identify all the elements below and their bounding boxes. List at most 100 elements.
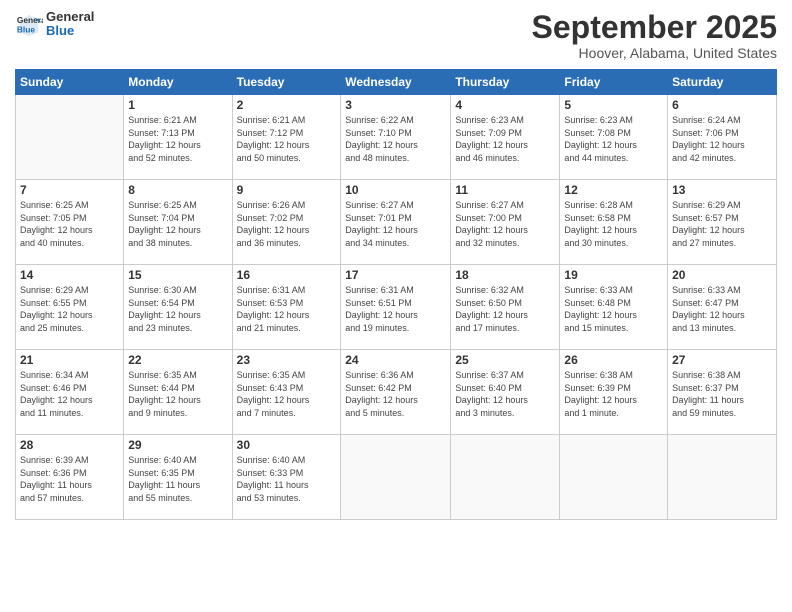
table-row: 1 Sunrise: 6:21 AM Sunset: 7:13 PM Daylig… xyxy=(124,95,232,180)
day-number: 12 xyxy=(564,183,663,197)
day-number: 22 xyxy=(128,353,227,367)
day-number: 25 xyxy=(455,353,555,367)
day-info: Sunrise: 6:31 AM Sunset: 6:53 PM Dayligh… xyxy=(237,284,337,334)
day-info: Sunrise: 6:32 AM Sunset: 6:50 PM Dayligh… xyxy=(455,284,555,334)
table-row xyxy=(16,95,124,180)
svg-text:Blue: Blue xyxy=(17,25,35,35)
day-info: Sunrise: 6:23 AM Sunset: 7:09 PM Dayligh… xyxy=(455,114,555,164)
table-row: 13 Sunrise: 6:29 AM Sunset: 6:57 PM Dayli… xyxy=(668,180,777,265)
table-row: 12Sunrise: 6:28 AM Sunset: 6:58 PM Dayli… xyxy=(560,180,668,265)
logo-icon: General Blue xyxy=(15,10,43,38)
table-row: 19 Sunrise: 6:33 AM Sunset: 6:48 PM Dayli… xyxy=(560,265,668,350)
month-title: September 2025 xyxy=(532,10,777,45)
day-info: Sunrise: 6:29 AM Sunset: 6:57 PM Dayligh… xyxy=(672,199,772,249)
day-info: Sunrise: 6:27 AM Sunset: 7:00 PM Dayligh… xyxy=(455,199,555,249)
table-row: 16 Sunrise: 6:31 AM Sunset: 6:53 PM Dayli… xyxy=(232,265,341,350)
day-info: Sunrise: 6:22 AM Sunset: 7:10 PM Dayligh… xyxy=(345,114,446,164)
table-row xyxy=(668,435,777,520)
table-row: 14 Sunrise: 6:29 AM Sunset: 6:55 PM Dayli… xyxy=(16,265,124,350)
table-row: 18 Sunrise: 6:32 AM Sunset: 6:50 PM Dayli… xyxy=(451,265,560,350)
table-row: 7Sunrise: 6:25 AM Sunset: 7:05 PM Daylig… xyxy=(16,180,124,265)
day-info: Sunrise: 6:29 AM Sunset: 6:55 PM Dayligh… xyxy=(20,284,119,334)
calendar-week-row: 28 Sunrise: 6:39 AM Sunset: 6:36 PM Dayli… xyxy=(16,435,777,520)
page-header: General Blue General Blue September 2025… xyxy=(15,10,777,61)
table-row: 4 Sunrise: 6:23 AM Sunset: 7:09 PM Daylig… xyxy=(451,95,560,180)
day-number: 16 xyxy=(237,268,337,282)
logo: General Blue General Blue xyxy=(15,10,94,39)
table-row: 23Sunrise: 6:35 AM Sunset: 6:43 PM Dayli… xyxy=(232,350,341,435)
day-number: 4 xyxy=(455,98,555,112)
logo-text: General Blue xyxy=(46,10,94,39)
table-row: 27 Sunrise: 6:38 AM Sunset: 6:37 PM Dayli… xyxy=(668,350,777,435)
day-info: Sunrise: 6:23 AM Sunset: 7:08 PM Dayligh… xyxy=(564,114,663,164)
calendar-week-row: 14 Sunrise: 6:29 AM Sunset: 6:55 PM Dayli… xyxy=(16,265,777,350)
calendar-table: Sunday Monday Tuesday Wednesday Thursday… xyxy=(15,69,777,520)
table-row: 29Sunrise: 6:40 AM Sunset: 6:35 PM Dayli… xyxy=(124,435,232,520)
day-info: Sunrise: 6:25 AM Sunset: 7:05 PM Dayligh… xyxy=(20,199,119,249)
day-number: 27 xyxy=(672,353,772,367)
col-tuesday: Tuesday xyxy=(232,70,341,95)
day-number: 14 xyxy=(20,268,119,282)
col-friday: Friday xyxy=(560,70,668,95)
col-wednesday: Wednesday xyxy=(341,70,451,95)
title-block: September 2025 Hoover, Alabama, United S… xyxy=(532,10,777,61)
table-row xyxy=(451,435,560,520)
day-info: Sunrise: 6:37 AM Sunset: 6:40 PM Dayligh… xyxy=(455,369,555,419)
day-info: Sunrise: 6:34 AM Sunset: 6:46 PM Dayligh… xyxy=(20,369,119,419)
day-info: Sunrise: 6:21 AM Sunset: 7:12 PM Dayligh… xyxy=(237,114,337,164)
day-info: Sunrise: 6:21 AM Sunset: 7:13 PM Dayligh… xyxy=(128,114,227,164)
day-number: 24 xyxy=(345,353,446,367)
day-info: Sunrise: 6:27 AM Sunset: 7:01 PM Dayligh… xyxy=(345,199,446,249)
day-info: Sunrise: 6:39 AM Sunset: 6:36 PM Dayligh… xyxy=(20,454,119,504)
day-number: 21 xyxy=(20,353,119,367)
table-row: 3Sunrise: 6:22 AM Sunset: 7:10 PM Daylig… xyxy=(341,95,451,180)
day-number: 23 xyxy=(237,353,337,367)
day-info: Sunrise: 6:38 AM Sunset: 6:37 PM Dayligh… xyxy=(672,369,772,419)
day-number: 20 xyxy=(672,268,772,282)
table-row: 22 Sunrise: 6:35 AM Sunset: 6:44 PM Dayli… xyxy=(124,350,232,435)
calendar-week-row: 7Sunrise: 6:25 AM Sunset: 7:05 PM Daylig… xyxy=(16,180,777,265)
table-row xyxy=(341,435,451,520)
calendar-week-row: 21 Sunrise: 6:34 AM Sunset: 6:46 PM Dayli… xyxy=(16,350,777,435)
day-number: 10 xyxy=(345,183,446,197)
day-info: Sunrise: 6:38 AM Sunset: 6:39 PM Dayligh… xyxy=(564,369,663,419)
day-info: Sunrise: 6:24 AM Sunset: 7:06 PM Dayligh… xyxy=(672,114,772,164)
day-info: Sunrise: 6:25 AM Sunset: 7:04 PM Dayligh… xyxy=(128,199,227,249)
day-number: 2 xyxy=(237,98,337,112)
table-row: 5Sunrise: 6:23 AM Sunset: 7:08 PM Daylig… xyxy=(560,95,668,180)
day-number: 30 xyxy=(237,438,337,452)
day-info: Sunrise: 6:35 AM Sunset: 6:44 PM Dayligh… xyxy=(128,369,227,419)
day-number: 28 xyxy=(20,438,119,452)
logo-blue: Blue xyxy=(46,24,94,38)
day-number: 26 xyxy=(564,353,663,367)
table-row: 10 Sunrise: 6:27 AM Sunset: 7:01 PM Dayli… xyxy=(341,180,451,265)
day-number: 9 xyxy=(237,183,337,197)
table-row: 24 Sunrise: 6:36 AM Sunset: 6:42 PM Dayli… xyxy=(341,350,451,435)
day-info: Sunrise: 6:36 AM Sunset: 6:42 PM Dayligh… xyxy=(345,369,446,419)
table-row: 9 Sunrise: 6:26 AM Sunset: 7:02 PM Daylig… xyxy=(232,180,341,265)
table-row: 6 Sunrise: 6:24 AM Sunset: 7:06 PM Daylig… xyxy=(668,95,777,180)
day-number: 1 xyxy=(128,98,227,112)
col-monday: Monday xyxy=(124,70,232,95)
day-number: 6 xyxy=(672,98,772,112)
table-row: 11 Sunrise: 6:27 AM Sunset: 7:00 PM Dayli… xyxy=(451,180,560,265)
day-number: 29 xyxy=(128,438,227,452)
day-number: 17 xyxy=(345,268,446,282)
day-number: 19 xyxy=(564,268,663,282)
logo-general: General xyxy=(46,10,94,24)
day-info: Sunrise: 6:33 AM Sunset: 6:48 PM Dayligh… xyxy=(564,284,663,334)
day-number: 18 xyxy=(455,268,555,282)
day-number: 11 xyxy=(455,183,555,197)
table-row: 21 Sunrise: 6:34 AM Sunset: 6:46 PM Dayli… xyxy=(16,350,124,435)
day-info: Sunrise: 6:26 AM Sunset: 7:02 PM Dayligh… xyxy=(237,199,337,249)
day-number: 13 xyxy=(672,183,772,197)
table-row: 26 Sunrise: 6:38 AM Sunset: 6:39 PM Dayli… xyxy=(560,350,668,435)
table-row: 8Sunrise: 6:25 AM Sunset: 7:04 PM Daylig… xyxy=(124,180,232,265)
table-row: 2 Sunrise: 6:21 AM Sunset: 7:12 PM Daylig… xyxy=(232,95,341,180)
table-row: 25 Sunrise: 6:37 AM Sunset: 6:40 PM Dayli… xyxy=(451,350,560,435)
day-info: Sunrise: 6:31 AM Sunset: 6:51 PM Dayligh… xyxy=(345,284,446,334)
day-info: Sunrise: 6:33 AM Sunset: 6:47 PM Dayligh… xyxy=(672,284,772,334)
table-row xyxy=(560,435,668,520)
calendar-header-row: Sunday Monday Tuesday Wednesday Thursday… xyxy=(16,70,777,95)
table-row: 30Sunrise: 6:40 AM Sunset: 6:33 PM Dayli… xyxy=(232,435,341,520)
